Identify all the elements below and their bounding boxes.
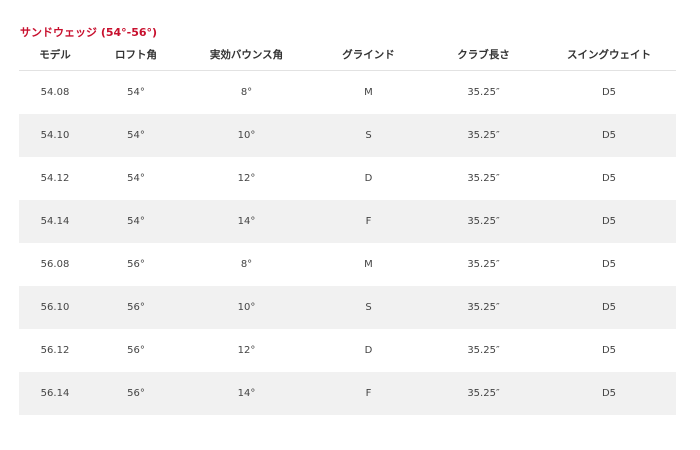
column-header-loft: ロフト角: [91, 38, 181, 71]
cell-grind: S: [312, 114, 425, 157]
cell-swingweight: D5: [601, 173, 617, 184]
table-row: 56.12 56° 12° D 35.25″ D5: [19, 329, 676, 372]
cell-model: 54.08: [40, 87, 70, 98]
cell-grind: F: [312, 200, 425, 243]
cell-swingweight: D5: [542, 200, 676, 243]
cell-model: 54.14: [19, 200, 91, 243]
column-header-swingweight: スイングウェイト: [542, 38, 676, 71]
cell-model: 56.10: [19, 286, 91, 329]
cell-length: 35.25″: [425, 372, 542, 415]
cell-loft: 54°: [127, 173, 145, 184]
cell-length: 35.25″: [425, 200, 542, 243]
cell-swingweight: D5: [542, 114, 676, 157]
cell-loft: 54°: [91, 200, 181, 243]
cell-bounce: 14°: [181, 372, 312, 415]
cell-bounce: 10°: [181, 286, 312, 329]
cell-swingweight: D5: [601, 87, 617, 98]
table-row: 56.10 56° 10° S 35.25″ D5: [19, 286, 676, 329]
cell-model: 56.08: [40, 259, 70, 270]
cell-bounce: 10°: [181, 114, 312, 157]
table-row: 54.08 54° 8° M 35.25″ D5: [19, 71, 676, 115]
table-row: 54.10 54° 10° S 35.25″ D5: [19, 114, 676, 157]
cell-length: 35.25″: [467, 173, 500, 184]
cell-length: 35.25″: [467, 259, 500, 270]
table-row: 54.14 54° 14° F 35.25″ D5: [19, 200, 676, 243]
cell-grind: S: [312, 286, 425, 329]
cell-bounce: 12°: [237, 345, 256, 356]
cell-grind: M: [364, 259, 373, 270]
cell-grind: M: [364, 87, 373, 98]
column-header-bounce: 実効バウンス角: [181, 38, 312, 71]
cell-swingweight: D5: [542, 286, 676, 329]
table-row: 56.14 56° 14° F 35.25″ D5: [19, 372, 676, 415]
cell-model: 56.12: [40, 345, 70, 356]
cell-loft: 54°: [127, 87, 145, 98]
cell-loft: 56°: [91, 372, 181, 415]
table-row: 56.08 56° 8° M 35.25″ D5: [19, 243, 676, 286]
cell-bounce: 14°: [181, 200, 312, 243]
cell-swingweight: D5: [601, 345, 617, 356]
table-header-row: モデル ロフト角 実効バウンス角 グラインド クラブ長さ スイングウェイト: [19, 38, 676, 71]
cell-grind: F: [312, 372, 425, 415]
cell-length: 35.25″: [425, 114, 542, 157]
cell-length: 35.25″: [467, 345, 500, 356]
cell-loft: 56°: [127, 345, 145, 356]
table-row: 54.12 54° 12° D 35.25″ D5: [19, 157, 676, 200]
spec-page: サンドウェッジ (54°-56°) モデル ロフト角 実効バウンス角 グラインド…: [0, 0, 700, 450]
cell-grind: D: [364, 345, 373, 356]
cell-loft: 56°: [127, 259, 145, 270]
cell-length: 35.25″: [425, 286, 542, 329]
cell-grind: D: [364, 173, 373, 184]
spec-table: モデル ロフト角 実効バウンス角 グラインド クラブ長さ スイングウェイト 54…: [19, 38, 676, 415]
column-header-model: モデル: [19, 38, 91, 71]
cell-swingweight: D5: [601, 259, 617, 270]
column-header-length: クラブ長さ: [425, 38, 542, 71]
cell-swingweight: D5: [542, 372, 676, 415]
cell-bounce: 12°: [237, 173, 256, 184]
cell-bounce: 8°: [240, 259, 253, 270]
cell-model: 56.14: [19, 372, 91, 415]
cell-model: 54.12: [40, 173, 70, 184]
cell-loft: 56°: [91, 286, 181, 329]
cell-loft: 54°: [91, 114, 181, 157]
column-header-grind: グラインド: [312, 38, 425, 71]
cell-bounce: 8°: [240, 87, 253, 98]
cell-length: 35.25″: [467, 87, 500, 98]
cell-model: 54.10: [19, 114, 91, 157]
